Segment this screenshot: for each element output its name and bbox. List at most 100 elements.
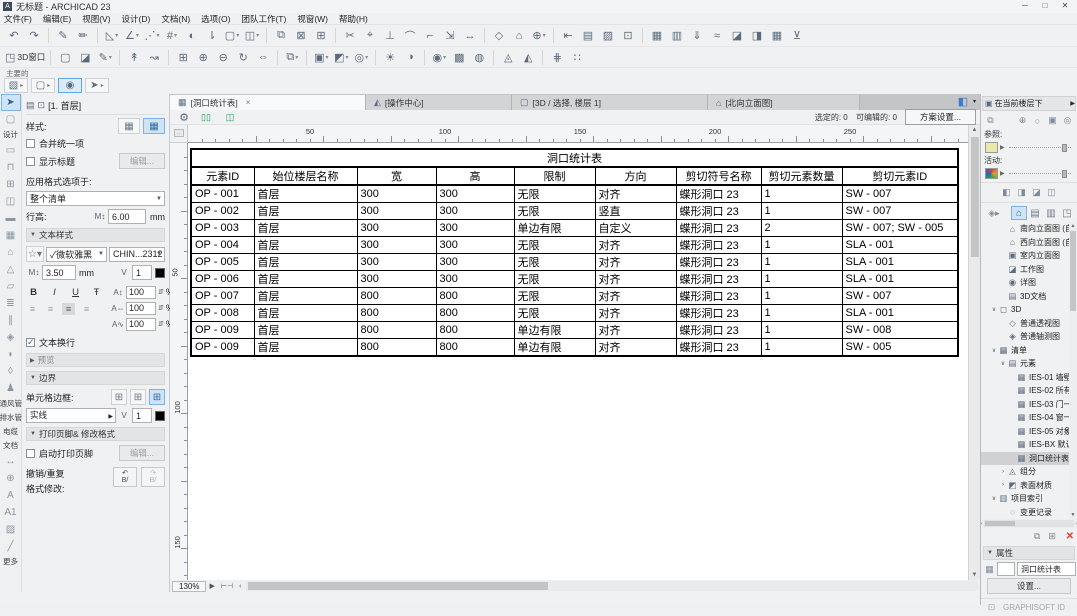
menu-item-1[interactable]: 编辑(E): [43, 13, 71, 25]
style-compact-button[interactable]: ▦: [118, 118, 140, 134]
line-type-select[interactable]: 实线▶: [26, 408, 116, 423]
view-map-icon[interactable]: ▤: [1027, 206, 1043, 220]
tree-item-1[interactable]: ⌂南向立面图 (自动重: [981, 222, 1077, 236]
undo-icon[interactable]: ↶: [5, 27, 23, 44]
tree-item-13[interactable]: ▦IES-02 所有的开口: [981, 384, 1077, 398]
tree-item-22[interactable]: ◌变更记录: [981, 506, 1077, 520]
railing-tool-icon[interactable]: ∥: [1, 312, 21, 329]
fit-view-icon[interactable]: ⊞: [174, 49, 192, 66]
grid-snap-icon[interactable]: #▾: [163, 27, 181, 44]
navigator-menu-icon[interactable]: ◈▸: [983, 207, 1005, 220]
arrow-tool-button[interactable]: ➤▸: [85, 78, 109, 93]
chevron-down-icon[interactable]: ▾: [973, 98, 976, 105]
perspective-icon[interactable]: ▢: [56, 49, 74, 66]
marquee-tool-icon[interactable]: ▢: [1, 111, 21, 128]
table-row[interactable]: OP - 005首层300300无限对齐蝶形洞口 231SLA - 001: [191, 254, 958, 271]
table-row[interactable]: OP - 006首层300300无限对齐蝶形洞口 231SLA - 001: [191, 271, 958, 288]
pin-icon[interactable]: ⇓: [688, 27, 706, 44]
3d-style-icon[interactable]: ✎▾: [96, 49, 114, 66]
pan-icon[interactable]: ⇔: [254, 49, 272, 66]
stretch-icon[interactable]: ↔: [461, 27, 479, 44]
spinner-arrows-icon[interactable]: ⇵: [158, 304, 164, 312]
grid-mini-icon[interactable]: ▤: [26, 100, 35, 111]
snap-guides-icon[interactable]: ⋰▾: [143, 27, 161, 44]
spinner-arrows-icon[interactable]: ⇵: [158, 288, 164, 296]
style-full-grid-button[interactable]: ▦: [143, 118, 165, 134]
mesh-tool-icon[interactable]: △: [1, 261, 21, 278]
settings-button[interactable]: 设置...: [987, 578, 1071, 594]
italic-button[interactable]: I: [47, 285, 62, 299]
line-tool-icon[interactable]: ╱: [1, 538, 21, 555]
zoom-out-icon[interactable]: ⊖: [214, 49, 232, 66]
camera-path-icon[interactable]: ◎▾: [352, 49, 370, 66]
axonometry-icon[interactable]: ◪: [76, 49, 94, 66]
marquee-3d-icon[interactable]: ▣▾: [312, 49, 330, 66]
clone-view-icon[interactable]: ⧉▾: [283, 49, 301, 66]
layout-window-icon[interactable]: ⊡: [984, 601, 999, 614]
table-row[interactable]: OP - 009首层800800单边有限对齐蝶形洞口 231SW - 008: [191, 322, 958, 339]
properties-section[interactable]: ▼属性: [983, 546, 1075, 560]
offset-icon[interactable]: ⌐: [421, 27, 439, 44]
wall-tool-icon[interactable]: ▭: [1, 142, 21, 159]
zoom-level[interactable]: 130%: [172, 581, 206, 592]
char-width-input[interactable]: 100: [126, 302, 156, 315]
tree-expander-icon[interactable]: ›: [999, 482, 1007, 488]
favorites-button[interactable]: ☆▾: [26, 246, 44, 262]
border-outline-button[interactable]: ⊞: [130, 389, 146, 405]
align-left-button[interactable]: ≡: [26, 303, 39, 315]
check-icon[interactable]: ⊻: [788, 27, 806, 44]
tree-item-20[interactable]: ›◩表面材质: [981, 479, 1077, 493]
ruler-origin-button[interactable]: ..: [170, 125, 188, 143]
new-panel-icon[interactable]: ⊞: [1045, 530, 1060, 543]
menu-item-4[interactable]: 文档(N): [161, 13, 190, 25]
unlock-icon[interactable]: ⊞: [312, 27, 330, 44]
close-palette-icon[interactable]: ✕: [1066, 531, 1074, 542]
tree-item-8[interactable]: ◇普通透视图: [981, 317, 1077, 331]
horizontal-scroll-thumb[interactable]: [248, 582, 548, 590]
folder-mini-icon[interactable]: ⊡: [38, 100, 46, 111]
border-pen-input[interactable]: 1: [132, 408, 152, 423]
magnet-icon[interactable]: ◐: [183, 27, 201, 44]
trim-icon[interactable]: ⊥: [381, 27, 399, 44]
door-tool-icon[interactable]: ⊓: [1, 159, 21, 176]
schedule-canvas[interactable]: 洞口统计表元素ID始位楼层名称宽高限制方向剪切符号名称剪切元素数量剪切元素IDO…: [188, 143, 968, 580]
slab-tool-icon[interactable]: ▦: [1, 227, 21, 244]
scroll-left-icon[interactable]: ‹: [239, 583, 241, 590]
dimension-tool-icon[interactable]: ↔: [1, 453, 21, 470]
menu-item-5[interactable]: 选项(O): [201, 13, 230, 25]
show-headline-checkbox[interactable]: [26, 157, 35, 166]
scroll-down-icon[interactable]: ▼: [1069, 511, 1077, 519]
tree-item-6[interactable]: ▤3D文档: [981, 290, 1077, 304]
table-row[interactable]: OP - 007首层800800无限对齐蝶形洞口 231SW - 007: [191, 288, 958, 305]
stamp-icon[interactable]: ◨: [748, 27, 766, 44]
orbit-icon[interactable]: ↻: [234, 49, 252, 66]
tag-icon[interactable]: ◪: [728, 27, 746, 44]
skylight-tool-icon[interactable]: ◊: [1, 363, 21, 380]
pick-reference-icon[interactable]: ⊕: [1015, 114, 1030, 127]
tree-expander-icon[interactable]: ∨: [990, 306, 998, 313]
line-spacing-input[interactable]: 100: [126, 286, 156, 299]
modify-icon[interactable]: ◇: [490, 27, 508, 44]
table-row[interactable]: OP - 008首层800800无限对齐蝶形洞口 231SLA - 001: [191, 305, 958, 322]
tree-item-15[interactable]: ▦IES-04 窗一览表: [981, 411, 1077, 425]
tree-vertical-scrollbar[interactable]: ▲▼: [1069, 222, 1077, 519]
zone-icon[interactable]: ⊡: [619, 27, 637, 44]
font-select[interactable]: ✓微软雅黑▼: [46, 247, 107, 262]
cutting-plane-icon[interactable]: ◩▾: [332, 49, 350, 66]
merge-items-checkbox[interactable]: [26, 139, 35, 148]
distribute-icon[interactable]: ∷: [568, 49, 586, 66]
text-tool-icon[interactable]: A: [1, 487, 21, 504]
text-wrap-checkbox[interactable]: [26, 338, 35, 347]
border-none-button[interactable]: ⊞: [111, 389, 127, 405]
menu-item-2[interactable]: 视图(V): [82, 13, 110, 25]
resize-icon[interactable]: ⇲: [441, 27, 459, 44]
autofit-columns-icon[interactable]: ◫: [221, 109, 239, 126]
border-color-swatch[interactable]: [155, 411, 165, 421]
apply-format-select[interactable]: 整个清单▼: [26, 191, 165, 206]
align-justify-button[interactable]: ≡: [80, 303, 93, 315]
column-width-icon[interactable]: ▯▯: [197, 109, 215, 126]
close-button[interactable]: ✕: [1055, 0, 1075, 12]
tree-item-14[interactable]: ▦IES-03 门一览表: [981, 398, 1077, 412]
vertical-scroll-thumb[interactable]: [971, 137, 979, 257]
scroll-up-icon[interactable]: ▲: [969, 125, 980, 135]
